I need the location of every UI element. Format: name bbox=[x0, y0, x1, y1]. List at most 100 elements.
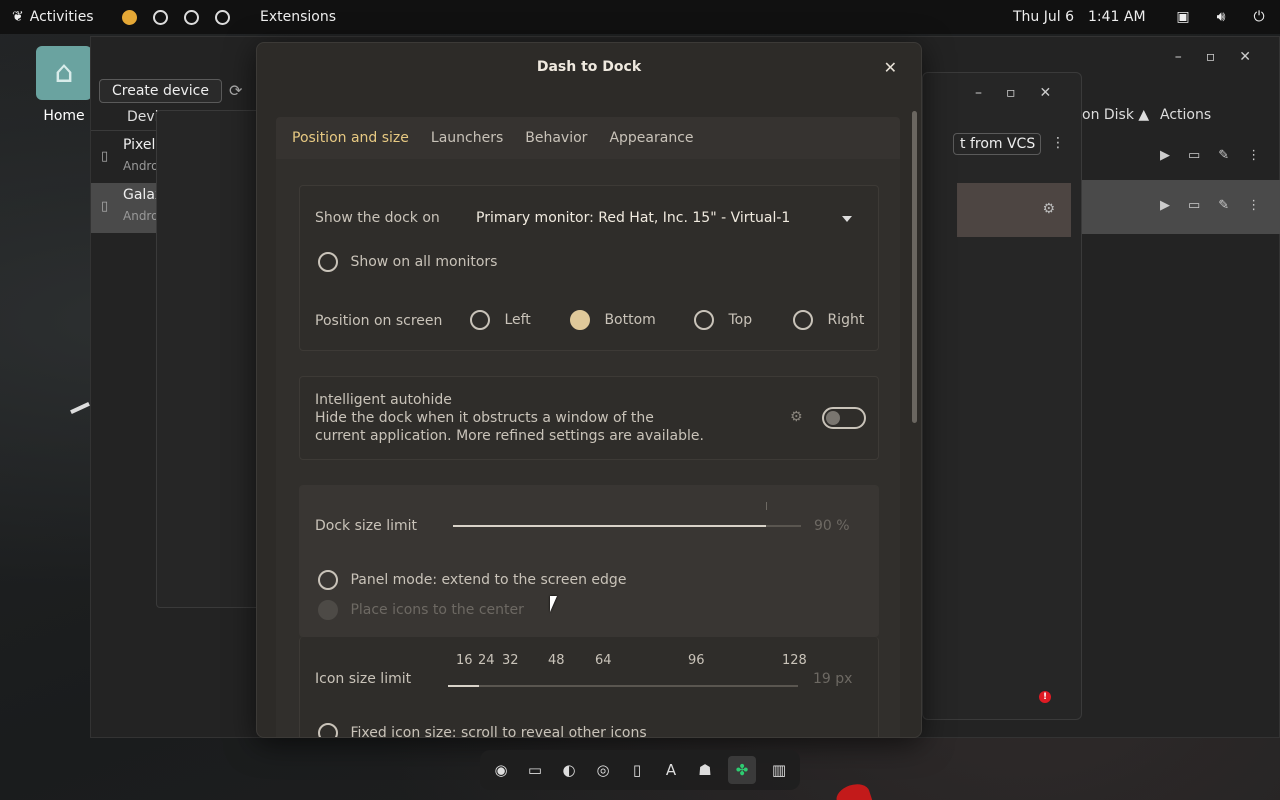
show-all-monitors-option[interactable]: Show on all monitors bbox=[318, 252, 497, 272]
firefox-icon[interactable]: ◐ bbox=[558, 759, 580, 781]
panel-mode-label: Panel mode: extend to the screen edge bbox=[350, 572, 627, 588]
position-right-option[interactable]: Right bbox=[793, 310, 864, 330]
android-icon[interactable]: ☗ bbox=[694, 759, 716, 781]
play-icon[interactable]: ▶ bbox=[1160, 198, 1170, 213]
tab-position-and-size[interactable]: Position and size bbox=[292, 130, 409, 146]
icon-size-mark: 64 bbox=[595, 653, 612, 668]
activities-button[interactable]: ❦ Activities bbox=[0, 9, 110, 25]
radio-all-monitors[interactable] bbox=[318, 252, 338, 272]
more-icon[interactable]: ⋮ bbox=[1247, 198, 1260, 213]
eye-icon[interactable]: ◉ bbox=[490, 759, 512, 781]
radio-panel-mode[interactable] bbox=[318, 570, 338, 590]
close-icon[interactable]: ✕ bbox=[1040, 85, 1052, 101]
position-bottom-option[interactable]: Bottom bbox=[570, 310, 656, 330]
device-sub: Andro bbox=[123, 209, 159, 223]
chevron-down-icon[interactable] bbox=[842, 216, 852, 222]
workspace-dot[interactable] bbox=[215, 9, 230, 25]
get-from-vcs-button[interactable]: t from VCS bbox=[953, 133, 1041, 155]
center-icons-label: Place icons to the center bbox=[350, 602, 524, 618]
radio-bottom-selected[interactable] bbox=[570, 310, 590, 330]
gear-icon[interactable]: ⚙ bbox=[1042, 201, 1055, 217]
refresh-icon[interactable]: ⟳ bbox=[229, 81, 242, 100]
radio-fixed-icon[interactable] bbox=[318, 723, 338, 737]
time-label: 1:41 AM bbox=[1088, 9, 1146, 25]
extension-icon[interactable]: ✤ bbox=[728, 756, 756, 784]
play-icon[interactable]: ▶ bbox=[1160, 148, 1170, 163]
table-row[interactable]: ▶ ▭ ✎ ⋮ bbox=[1078, 130, 1280, 184]
dialog-title: Dash to Dock bbox=[536, 59, 642, 75]
phone-icon: ▯ bbox=[101, 199, 109, 214]
clock[interactable]: Thu Jul 6 1:41 AM bbox=[1013, 9, 1146, 25]
position-top-option[interactable]: Top bbox=[694, 310, 752, 330]
workspace-dot[interactable] bbox=[153, 9, 168, 25]
create-device-button[interactable]: Create device bbox=[99, 79, 222, 103]
close-icon[interactable]: ✕ bbox=[1239, 49, 1251, 65]
dock-size-card: Dock size limit 90 % Panel mode: extend … bbox=[299, 485, 879, 637]
radio-right[interactable] bbox=[793, 310, 813, 330]
more-icon[interactable]: ⋮ bbox=[1247, 148, 1260, 163]
scrollbar[interactable] bbox=[912, 111, 917, 423]
tab-launchers[interactable]: Launchers bbox=[431, 130, 503, 146]
tab-appearance[interactable]: Appearance bbox=[609, 130, 693, 146]
workspace-indicator[interactable] bbox=[122, 9, 230, 25]
icon-size-slider[interactable] bbox=[448, 685, 798, 695]
dock-size-slider[interactable] bbox=[453, 502, 801, 544]
workspace-dot[interactable] bbox=[184, 9, 199, 25]
more-icon[interactable]: ⋮ bbox=[1051, 135, 1065, 151]
home-label: Home bbox=[43, 108, 85, 124]
edit-icon[interactable]: ✎ bbox=[1218, 198, 1229, 213]
table-row-selected[interactable]: ▶ ▭ ✎ ⋮ bbox=[1078, 180, 1280, 234]
volume-icon[interactable]: 🔊︎ bbox=[1212, 9, 1230, 25]
top-bar: ❦ Activities Extensions Thu Jul 6 1:41 A… bbox=[0, 0, 1280, 34]
autohide-toggle[interactable] bbox=[822, 407, 866, 429]
folder-icon[interactable]: ▭ bbox=[1188, 198, 1200, 213]
trash-icon[interactable]: ▥ bbox=[768, 759, 790, 781]
dash-to-dock-dialog: Dash to Dock ✕ Position and size Launche… bbox=[256, 42, 922, 738]
terminal-icon[interactable]: ▯ bbox=[626, 759, 648, 781]
system-tray[interactable]: ▣ 🔊︎ ⏻ bbox=[1174, 9, 1268, 25]
edit-icon[interactable]: ✎ bbox=[1218, 148, 1229, 163]
screen-icon[interactable]: ▣ bbox=[1174, 9, 1192, 25]
date-label: Thu Jul 6 bbox=[1013, 9, 1074, 25]
selected-row[interactable]: ⚙ bbox=[957, 183, 1071, 237]
app-menu[interactable]: Extensions bbox=[260, 9, 336, 25]
col-actions: Actions bbox=[1160, 107, 1212, 123]
chrome-icon[interactable]: ◎ bbox=[592, 759, 614, 781]
monitor-combo[interactable]: Primary monitor: Red Hat, Inc. 15" - Vir… bbox=[476, 210, 790, 226]
icon-size-value: 19 px bbox=[813, 671, 853, 687]
slider-fill bbox=[448, 685, 479, 687]
dock: ◉ ▭ ◐ ◎ ▯ A ☗ ✤ ▥ bbox=[480, 750, 800, 790]
autohide-settings-gear-icon[interactable]: ⚙ bbox=[790, 409, 803, 425]
fixed-icon-option[interactable]: Fixed icon size: scroll to reveal other … bbox=[318, 723, 647, 737]
window-controls: – ▫ ✕ bbox=[975, 85, 1051, 101]
col-on-disk[interactable]: on Disk ▲ bbox=[1082, 107, 1149, 123]
maximize-icon[interactable]: ▫ bbox=[1006, 85, 1016, 101]
font-icon[interactable]: A bbox=[660, 759, 682, 781]
workspace-dot-active[interactable] bbox=[122, 9, 137, 25]
radio-left[interactable] bbox=[470, 310, 490, 330]
position-left-option[interactable]: Left bbox=[470, 310, 531, 330]
device-name: Pixel bbox=[123, 137, 156, 153]
icon-size-mark: 48 bbox=[548, 653, 565, 668]
panel-mode-option[interactable]: Panel mode: extend to the screen edge bbox=[318, 570, 626, 590]
icon-size-marks: 16 24 32 48 64 96 128 bbox=[448, 653, 807, 673]
radio-top[interactable] bbox=[694, 310, 714, 330]
slider-fill bbox=[453, 525, 766, 527]
dock-size-value: 90 % bbox=[814, 518, 850, 534]
minimize-icon[interactable]: – bbox=[1175, 49, 1182, 65]
slider-track bbox=[448, 685, 798, 687]
folder-icon[interactable]: ▭ bbox=[1188, 148, 1200, 163]
files-icon[interactable]: ▭ bbox=[524, 759, 546, 781]
icon-size-mark: 128 bbox=[782, 653, 807, 668]
autohide-title: Intelligent autohide bbox=[315, 392, 452, 408]
close-icon[interactable]: ✕ bbox=[884, 58, 897, 77]
devices-header-label: Devi bbox=[127, 109, 159, 125]
tab-bar: Position and size Launchers Behavior App… bbox=[276, 117, 900, 159]
position-top-label: Top bbox=[728, 312, 753, 328]
tab-behavior[interactable]: Behavior bbox=[525, 130, 587, 146]
maximize-icon[interactable]: ▫ bbox=[1206, 49, 1216, 65]
power-icon[interactable]: ⏻ bbox=[1250, 9, 1268, 25]
position-left-label: Left bbox=[504, 312, 531, 328]
minimize-icon[interactable]: – bbox=[975, 85, 982, 101]
desktop-home-icon[interactable]: Home bbox=[34, 46, 94, 124]
